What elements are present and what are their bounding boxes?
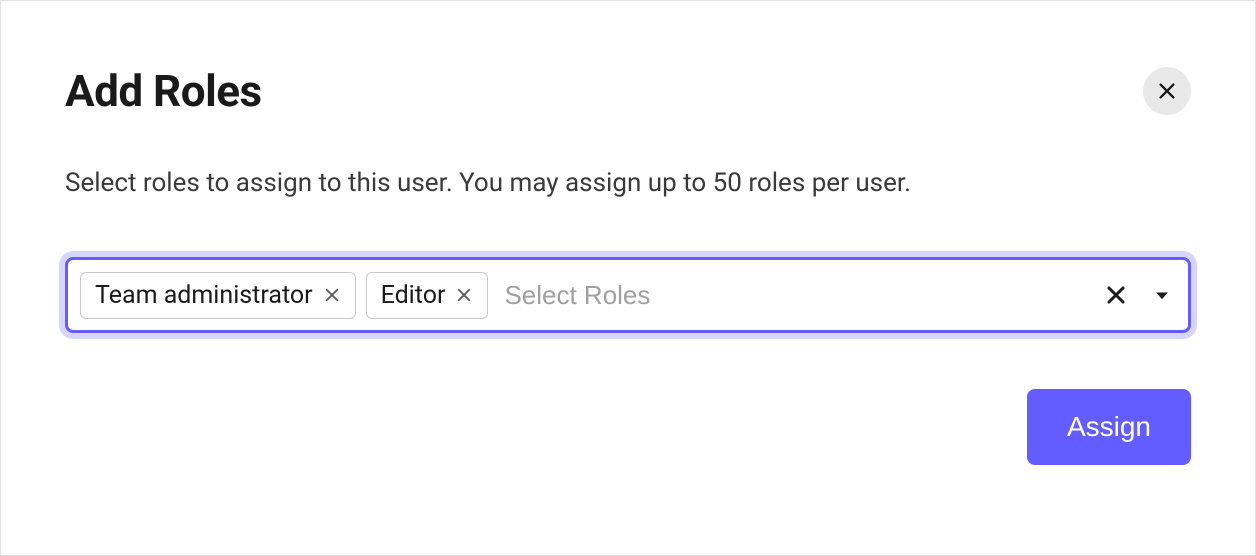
dialog-description: Select roles to assign to this user. You…: [65, 165, 1191, 201]
close-icon: [455, 286, 473, 304]
select-controls: [1104, 283, 1172, 307]
dialog-title: Add Roles: [65, 65, 262, 117]
close-button[interactable]: [1143, 67, 1191, 115]
remove-role-button[interactable]: [455, 286, 473, 304]
roles-search-input[interactable]: [498, 280, 1094, 311]
add-roles-dialog: Add Roles Select roles to assign to this…: [0, 0, 1256, 556]
role-chip-label: Editor: [381, 281, 446, 310]
chevron-down-icon: [1152, 285, 1172, 305]
clear-all-button[interactable]: [1104, 283, 1128, 307]
dialog-header: Add Roles: [65, 65, 1191, 117]
assign-button[interactable]: Assign: [1027, 389, 1191, 465]
role-chip: Editor: [366, 272, 489, 319]
dialog-actions: Assign: [65, 389, 1191, 465]
remove-role-button[interactable]: [323, 286, 341, 304]
roles-multiselect[interactable]: Team administrator Editor: [65, 257, 1191, 333]
close-icon: [1104, 283, 1128, 307]
role-chip: Team administrator: [80, 272, 356, 319]
close-icon: [323, 286, 341, 304]
role-chip-label: Team administrator: [95, 281, 313, 310]
close-icon: [1156, 80, 1178, 102]
dropdown-toggle-button[interactable]: [1152, 285, 1172, 305]
